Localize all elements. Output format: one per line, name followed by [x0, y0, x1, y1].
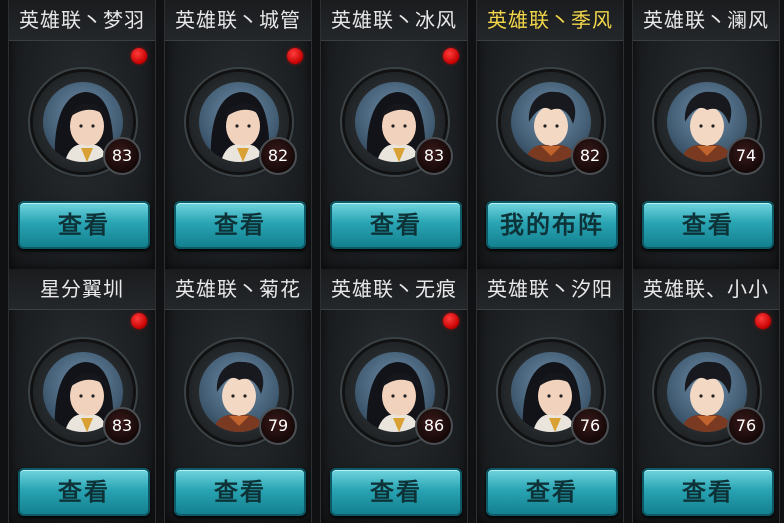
alert-dot	[131, 313, 147, 329]
level-badge: 86	[415, 407, 453, 445]
view-button[interactable]: 查看	[486, 468, 618, 516]
player-name: 英雄联丶无痕	[321, 269, 467, 310]
player-card: 英雄联丶汐阳 76 查看	[476, 269, 624, 523]
level-badge: 76	[727, 407, 765, 445]
alert-dot	[131, 48, 147, 64]
view-button[interactable]: 查看	[330, 201, 462, 249]
alert-dot	[755, 313, 771, 329]
level-badge: 83	[103, 137, 141, 175]
player-card: 英雄联丶澜风 74 查看	[632, 0, 780, 269]
view-button[interactable]: 查看	[330, 468, 462, 516]
player-name: 英雄联丶澜风	[633, 0, 779, 41]
player-name: 英雄联丶汐阳	[477, 269, 623, 310]
level-badge: 74	[727, 137, 765, 175]
player-card: 英雄联丶无痕 86 查看	[320, 269, 468, 523]
view-button[interactable]: 查看	[18, 468, 150, 516]
level-badge: 83	[415, 137, 453, 175]
level-badge: 82	[259, 137, 297, 175]
player-card: 英雄联丶城管 82 查看	[164, 0, 312, 269]
level-badge: 76	[571, 407, 609, 445]
alert-dot	[287, 48, 303, 64]
team-grid: 英雄联丶梦羽 83 查看 英雄联丶城管 82 查看 英雄联丶冰风 83 查看 英…	[0, 0, 784, 523]
my-formation-button[interactable]: 我的布阵	[486, 201, 618, 249]
view-button[interactable]: 查看	[174, 201, 306, 249]
player-name: 英雄联丶梦羽	[9, 0, 155, 41]
player-card-self: 英雄联丶季风 82 我的布阵	[476, 0, 624, 269]
level-badge: 83	[103, 407, 141, 445]
player-name: 英雄联丶季风	[477, 0, 623, 41]
player-name: 英雄联丶菊花	[165, 269, 311, 310]
view-button[interactable]: 查看	[174, 468, 306, 516]
alert-dot	[443, 48, 459, 64]
view-button[interactable]: 查看	[642, 468, 774, 516]
player-card: 英雄联丶冰风 83 查看	[320, 0, 468, 269]
level-badge: 82	[571, 137, 609, 175]
player-name: 星分翼圳	[9, 269, 155, 310]
player-card: 英雄联、小小 76 查看	[632, 269, 780, 523]
view-button[interactable]: 查看	[642, 201, 774, 249]
player-name: 英雄联、小小	[633, 269, 779, 310]
alert-dot	[443, 313, 459, 329]
player-card: 星分翼圳 83 查看	[8, 269, 156, 523]
player-card: 英雄联丶菊花 79 查看	[164, 269, 312, 523]
level-badge: 79	[259, 407, 297, 445]
player-name: 英雄联丶城管	[165, 0, 311, 41]
player-name: 英雄联丶冰风	[321, 0, 467, 41]
player-card: 英雄联丶梦羽 83 查看	[8, 0, 156, 269]
view-button[interactable]: 查看	[18, 201, 150, 249]
